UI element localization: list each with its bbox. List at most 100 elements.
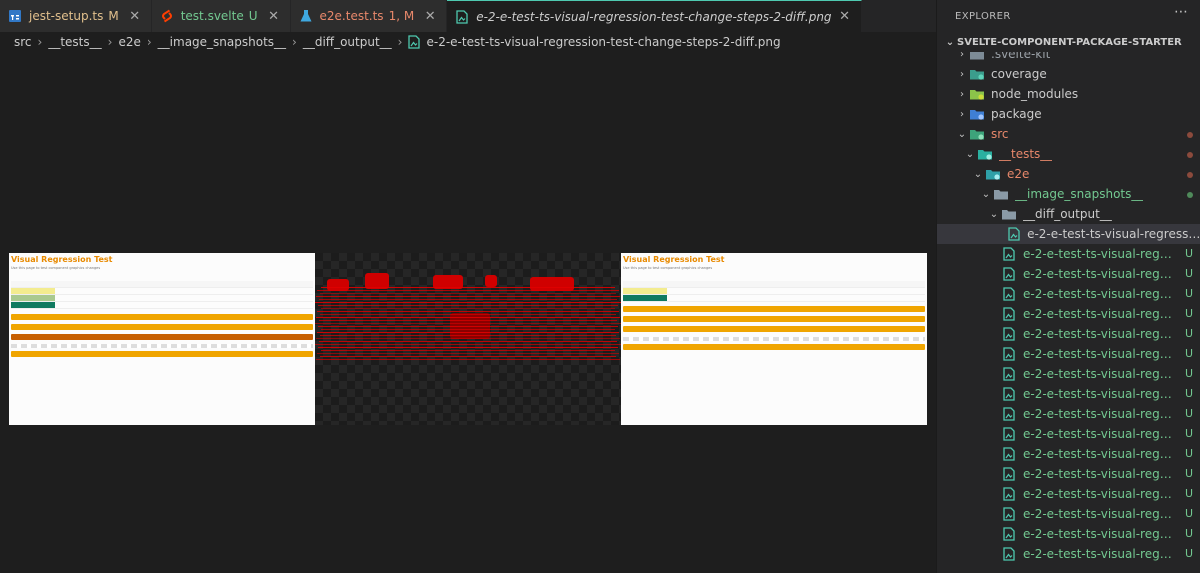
tree-item[interactable]: e-2-e-test-ts-visual-regressio... U <box>937 364 1200 384</box>
tab-0[interactable]: jest-setup.ts M ✕ <box>0 0 152 32</box>
more-actions-icon[interactable]: ⋯ <box>1174 4 1188 20</box>
git-status-badge: U <box>1184 387 1193 400</box>
tree-item-label: e-2-e-test-ts-visual-regressio... <box>1023 327 1175 341</box>
chevron-right-icon: › <box>107 35 113 49</box>
snapshot-button <box>623 326 925 332</box>
diff-line <box>317 332 619 333</box>
tree-item[interactable]: › coverage <box>937 64 1200 84</box>
folder-node-icon <box>969 87 985 101</box>
tree-item[interactable]: e-2-e-test-ts-visual-regressio... U <box>937 244 1200 264</box>
diff-line <box>316 317 620 318</box>
image-file-icon <box>455 9 469 24</box>
image-file-icon <box>1001 507 1017 521</box>
folder-e2e-icon <box>985 167 1001 181</box>
snapshot-button <box>623 316 925 322</box>
git-status-dot <box>1187 152 1193 158</box>
tree-item[interactable]: ⌄ e2e <box>937 164 1200 184</box>
tree-item[interactable]: ⌄ __image_snapshots__ <box>937 184 1200 204</box>
chevron-down-icon: ⌄ <box>973 168 983 180</box>
tree-item[interactable]: e-2-e-test-ts-visual-regressio... U <box>937 324 1200 344</box>
tree-item-label: e-2-e-test-ts-visual-regressio... <box>1023 547 1175 561</box>
tab-label: test.svelte <box>180 9 244 23</box>
breadcrumb-item[interactable]: src <box>14 35 32 49</box>
tree-item[interactable]: › node_modules <box>937 84 1200 104</box>
image-file-icon <box>1001 287 1017 301</box>
tree-item[interactable]: e-2-e-test-ts-visual-regressio... U <box>937 544 1200 564</box>
tree-item[interactable]: e-2-e-test-ts-visual-regressio... U <box>937 304 1200 324</box>
tab-status: U <box>248 9 258 23</box>
editor-tab-bar: jest-setup.ts M ✕ test.svelte U ✕ e2e.test.ts 1… <box>0 0 936 32</box>
tree-item-label: node_modules <box>991 87 1079 101</box>
chevron-right-icon: › <box>37 35 43 49</box>
tree-item[interactable]: e-2-e-test-ts-visual-regressio... U <box>937 504 1200 524</box>
diff-line <box>315 344 621 345</box>
tree-item[interactable]: e-2-e-test-ts-visual-regressio... U <box>937 284 1200 304</box>
tree-item[interactable]: e-2-e-test-ts-visual-regressio... U <box>937 424 1200 444</box>
diff-line <box>319 320 617 321</box>
image-file-icon <box>1001 427 1017 441</box>
tree-item[interactable]: ⌄ src <box>937 124 1200 144</box>
diff-image <box>315 253 621 425</box>
tab-3[interactable]: e-2-e-test-ts-visual-regression-test-cha… <box>447 0 862 32</box>
tab-1[interactable]: test.svelte U ✕ <box>151 0 291 32</box>
git-status-badge: U <box>1184 507 1193 520</box>
snapshot-table-row <box>11 302 313 309</box>
breadcrumb-item[interactable]: e-2-e-test-ts-visual-regression-test-cha… <box>426 35 780 49</box>
tree-item-label: e2e <box>1007 167 1030 181</box>
snapshot-table-row <box>623 288 925 295</box>
tree-item[interactable]: e-2-e-test-ts-visual-regressio... U <box>937 464 1200 484</box>
tree-item[interactable]: e-2-e-test-ts-visual-regressio... U <box>937 484 1200 504</box>
git-status-badge: U <box>1184 247 1193 260</box>
breadcrumb-item[interactable]: __tests__ <box>48 35 101 49</box>
tree-item[interactable]: ⌄ __tests__ <box>937 144 1200 164</box>
tree-item[interactable]: › package <box>937 104 1200 124</box>
tree-item-label: e-2-e-test-ts-visual-regressio... <box>1023 487 1175 501</box>
snapshot-table-row <box>11 288 313 295</box>
actual-snapshot-image: Visual Regression Test Use this page to … <box>621 253 927 425</box>
breadcrumb-item[interactable]: e2e <box>118 35 140 49</box>
git-status-badge: U <box>1184 267 1193 280</box>
image-file-icon <box>1001 387 1017 401</box>
close-icon[interactable]: ✕ <box>422 9 438 24</box>
tree-item-label: e-2-e-test-ts-visual-regressio... <box>1023 527 1175 541</box>
git-status-badge: U <box>1184 467 1193 480</box>
expected-snapshot-image: Visual Regression Test Use this page to … <box>9 253 315 425</box>
image-file-icon <box>408 35 421 49</box>
tree-item-label: e-2-e-test-ts-visual-regression-t... <box>1027 227 1200 241</box>
close-icon[interactable]: ✕ <box>127 9 143 24</box>
snapshot-table-row <box>11 295 313 302</box>
folder-package-icon <box>969 107 985 121</box>
tree-item[interactable]: › .svelte-kit <box>937 52 1200 64</box>
chevron-right-icon: › <box>960 68 964 80</box>
breadcrumb-item[interactable]: __diff_output__ <box>303 35 392 49</box>
tree-item[interactable]: e-2-e-test-ts-visual-regressio... U <box>937 264 1200 284</box>
tree-item-label: src <box>991 127 1009 141</box>
chevron-right-icon: › <box>292 35 297 49</box>
snapshot-button <box>11 334 313 340</box>
tree-item[interactable]: e-2-e-test-ts-visual-regressio... U <box>937 344 1200 364</box>
workspace-section-header[interactable]: ⌄ SVELTE-COMPONENT-PACKAGE-STARTER <box>937 33 1200 51</box>
tree-item[interactable]: e-2-e-test-ts-visual-regressio... U <box>937 384 1200 404</box>
breadcrumb-item[interactable]: __image_snapshots__ <box>158 35 286 49</box>
tree-item[interactable]: e-2-e-test-ts-visual-regressio... U <box>937 404 1200 424</box>
image-file-icon <box>1007 227 1021 241</box>
tree-item-label: coverage <box>991 67 1047 81</box>
tree-item[interactable]: e-2-e-test-ts-visual-regressio... U <box>937 524 1200 544</box>
git-status-dot <box>1187 172 1193 178</box>
image-file-icon <box>1001 467 1017 481</box>
tree-item[interactable]: e-2-e-test-ts-visual-regressio... U <box>937 444 1200 464</box>
image-file-icon <box>1001 447 1017 461</box>
tab-2[interactable]: e2e.test.ts 1, M ✕ <box>290 0 448 32</box>
tree-item[interactable]: e-2-e-test-ts-visual-regression-t... <box>937 224 1200 244</box>
snapshot-subtitle: Use this page to test component graphics… <box>11 266 101 270</box>
diff-line <box>317 311 619 312</box>
tree-item[interactable]: ⌄ __diff_output__ <box>937 204 1200 224</box>
diff-line <box>316 359 620 360</box>
close-icon[interactable]: ✕ <box>266 9 282 24</box>
close-icon[interactable]: ✕ <box>837 9 853 24</box>
diff-line <box>315 302 621 303</box>
git-status-badge: U <box>1184 327 1193 340</box>
snapshot-button <box>11 314 313 320</box>
tab-label: e2e.test.ts <box>319 9 384 23</box>
file-tree: › .svelte-kit › coverage › node_modules › packa… <box>937 52 1200 573</box>
